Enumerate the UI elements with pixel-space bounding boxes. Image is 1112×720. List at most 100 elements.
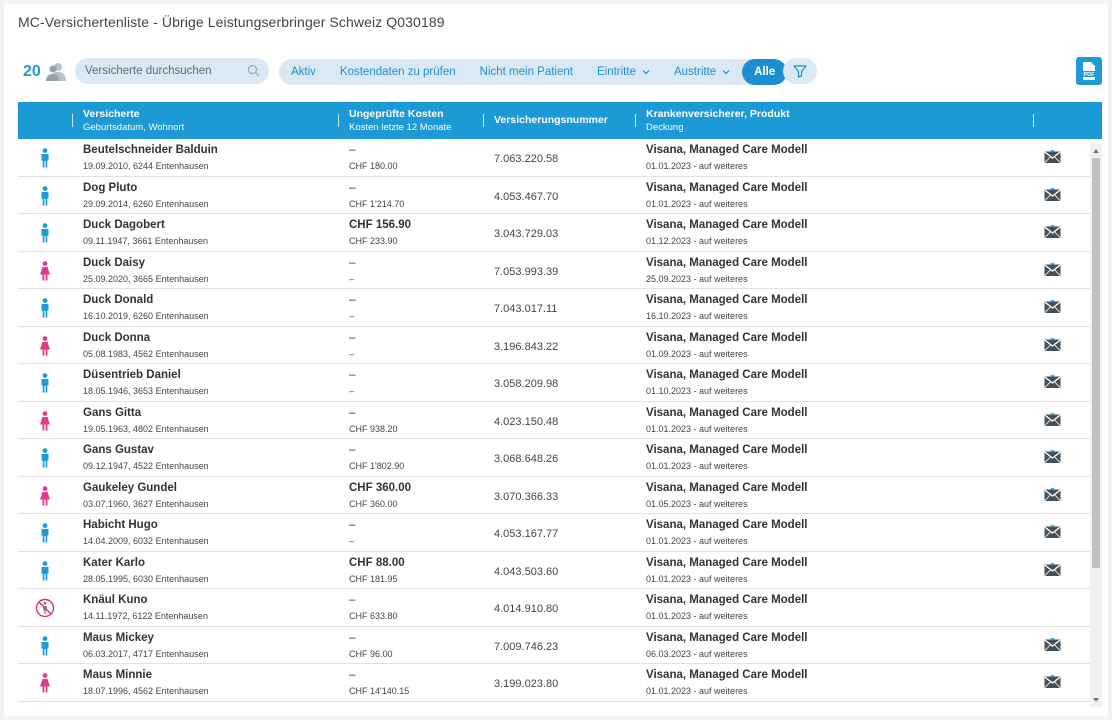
unchecked-costs: – bbox=[349, 144, 356, 156]
table-row[interactable]: Düsentrieb Daniel 18.05.1946, 3653 Enten… bbox=[18, 364, 1102, 402]
unchecked-costs: – bbox=[349, 256, 356, 269]
costs-12-months: – bbox=[349, 311, 355, 321]
search-box[interactable] bbox=[75, 58, 269, 84]
table-row[interactable]: Kater Karlo 28.05.1995, 6030 Entenhausen… bbox=[18, 552, 1102, 589]
chevron-down-icon bbox=[722, 70, 730, 75]
insured-name[interactable]: Maus Minnie bbox=[83, 669, 152, 681]
table-row[interactable]: Dog Pluto 29.09.2014, 6260 Entenhausen –… bbox=[18, 177, 1102, 214]
female-person-icon bbox=[40, 260, 50, 280]
search-input[interactable] bbox=[85, 65, 235, 77]
coverage-period: 01.12.2023 - auf weiteres bbox=[646, 236, 748, 246]
vertical-scrollbar[interactable] bbox=[1090, 144, 1102, 707]
unchecked-costs: – bbox=[349, 369, 356, 381]
filter-nicht-mein-patient[interactable]: Nicht mein Patient bbox=[468, 59, 585, 85]
coverage-period: 01.01.2023 - auf weiteres bbox=[646, 461, 748, 471]
insured-name[interactable]: Gans Gitta bbox=[83, 407, 141, 419]
insurance-number: 3.043.729.03 bbox=[494, 228, 559, 240]
insured-name[interactable]: Gans Gustav bbox=[83, 444, 154, 456]
insured-name[interactable]: Beutelschneider Balduin bbox=[83, 144, 218, 156]
unchecked-costs: – bbox=[349, 406, 356, 419]
envelope-icon[interactable] bbox=[1044, 187, 1061, 202]
insured-name[interactable]: Duck Daisy bbox=[83, 257, 145, 269]
header-insured-title: Versicherte bbox=[83, 108, 140, 120]
chevron-down-icon bbox=[642, 70, 650, 75]
filter-kostendaten[interactable]: Kostendaten zu prüfen bbox=[328, 59, 468, 85]
header-insurer-sub: Deckung bbox=[646, 122, 684, 133]
envelope-icon[interactable] bbox=[1044, 637, 1061, 652]
male-person-icon bbox=[41, 185, 49, 205]
coverage-period: 01.09.2023 - auf weiteres bbox=[646, 348, 748, 359]
costs-12-months: CHF 360.00 bbox=[349, 498, 398, 509]
male-person-icon bbox=[41, 223, 49, 243]
header-unchecked-costs[interactable]: Ungeprüfte Kosten Kosten letzte 12 Monat… bbox=[349, 108, 451, 134]
costs-12-months: CHF 180.00 bbox=[349, 161, 398, 171]
table-row[interactable]: Gaukeley Gundel 03.07.1960, 3627 Entenha… bbox=[18, 477, 1102, 514]
table-row[interactable]: Duck Donna 05.08.1983, 4562 Entenhausen … bbox=[18, 327, 1102, 364]
table-row[interactable]: Habicht Hugo 14.04.2009, 6032 Entenhause… bbox=[18, 514, 1102, 552]
filter-eintritte[interactable]: Eintritte bbox=[585, 59, 662, 85]
table-row[interactable]: Knäul Kuno 14.11.1972, 6122 Entenhausen … bbox=[18, 589, 1102, 627]
insured-name[interactable]: Dog Pluto bbox=[83, 182, 137, 194]
filter-button[interactable] bbox=[783, 58, 817, 84]
envelope-icon[interactable] bbox=[1044, 450, 1061, 464]
main-panel: MC-Versichertenliste - Übrige Leistungse… bbox=[4, 4, 1108, 716]
envelope-icon[interactable] bbox=[1044, 300, 1061, 314]
insured-name[interactable]: Maus Mickey bbox=[83, 632, 154, 644]
pdf-export-button[interactable]: PDF bbox=[1076, 57, 1102, 85]
filter-austritte[interactable]: Austritte bbox=[662, 59, 742, 85]
scroll-up-arrow[interactable] bbox=[1093, 149, 1099, 153]
male-person-icon bbox=[41, 373, 49, 393]
search-icon[interactable] bbox=[247, 64, 260, 77]
column-separator bbox=[1033, 114, 1034, 127]
insured-details: 18.07.1996, 4562 Entenhausen bbox=[83, 686, 209, 696]
header-insurer[interactable]: Krankenversicherer, Produkt Deckung bbox=[646, 108, 790, 134]
insured-name[interactable]: Duck Donna bbox=[83, 332, 150, 344]
table-row[interactable]: Maus Minnie 18.07.1996, 4562 Entenhausen… bbox=[18, 664, 1102, 702]
insurer-product: Visana, Managed Care Modell bbox=[646, 556, 808, 569]
table-row[interactable]: Gans Gustav 09.12.1947, 4522 Entenhausen… bbox=[18, 439, 1102, 477]
filter-alle[interactable]: Alle bbox=[742, 59, 788, 85]
insured-details: 18.05.1946, 3653 Entenhausen bbox=[83, 386, 209, 396]
insured-name[interactable]: Düsentrieb Daniel bbox=[83, 369, 181, 381]
coverage-period: 01.01.2023 - auf weiteres bbox=[646, 198, 748, 209]
envelope-icon[interactable] bbox=[1044, 225, 1061, 239]
table-row[interactable]: Maus Mickey 06.03.2017, 4717 Entenhausen… bbox=[18, 627, 1102, 664]
insured-name[interactable]: Duck Dagobert bbox=[83, 219, 165, 231]
insured-name[interactable]: Habicht Hugo bbox=[83, 519, 158, 531]
table-row[interactable]: Duck Dagobert 09.11.1947, 3661 Entenhaus… bbox=[18, 214, 1102, 252]
envelope-icon[interactable] bbox=[1044, 675, 1061, 689]
table-row[interactable]: Duck Donald 16.10.2019, 6260 Entenhausen… bbox=[18, 289, 1102, 327]
table-row[interactable]: Duck Daisy 25.09.2020, 3665 Entenhausen … bbox=[18, 252, 1102, 289]
female-person-icon bbox=[40, 485, 50, 505]
insured-name[interactable]: Duck Donald bbox=[83, 294, 153, 306]
insured-name[interactable]: Gaukeley Gundel bbox=[83, 482, 177, 494]
envelope-icon[interactable] bbox=[1044, 487, 1061, 502]
coverage-period: 16.10.2023 - auf weiteres bbox=[646, 311, 748, 321]
table-row[interactable]: Beutelschneider Balduin 19.09.2010, 6244… bbox=[18, 139, 1102, 177]
column-separator bbox=[635, 114, 636, 127]
coverage-period: 01.01.2023 - auf weiteres bbox=[646, 611, 748, 621]
unchecked-costs: – bbox=[349, 181, 356, 194]
envelope-icon[interactable] bbox=[1044, 337, 1061, 352]
header-insurance-number[interactable]: Versicherungsnummer bbox=[494, 114, 608, 127]
envelope-icon[interactable] bbox=[1044, 412, 1061, 427]
envelope-icon[interactable] bbox=[1044, 375, 1061, 389]
envelope-icon[interactable] bbox=[1044, 525, 1061, 539]
envelope-icon[interactable] bbox=[1044, 150, 1061, 164]
scrollbar-thumb[interactable] bbox=[1092, 158, 1100, 568]
insurer-product: Visana, Managed Care Modell bbox=[646, 669, 808, 681]
envelope-icon[interactable] bbox=[1044, 562, 1061, 577]
scroll-down-arrow[interactable] bbox=[1093, 698, 1099, 702]
filter-bar: Aktiv Kostendaten zu prüfen Nicht mein P… bbox=[279, 59, 788, 85]
header-costs-title: Ungeprüfte Kosten bbox=[349, 108, 444, 120]
column-separator bbox=[338, 114, 339, 127]
header-insured[interactable]: Versicherte Geburtsdatum, Wohnort bbox=[83, 108, 184, 134]
table-row[interactable]: Gans Gitta 19.05.1963, 4802 Entenhausen … bbox=[18, 402, 1102, 439]
insurer-product: Visana, Managed Care Modell bbox=[646, 406, 808, 419]
filter-label: Nicht mein Patient bbox=[479, 66, 573, 78]
envelope-icon[interactable] bbox=[1044, 262, 1061, 277]
insurance-number: 3.068.648.26 bbox=[494, 453, 559, 465]
insured-name[interactable]: Knäul Kuno bbox=[83, 594, 148, 606]
insured-name[interactable]: Kater Karlo bbox=[83, 557, 145, 569]
filter-aktiv[interactable]: Aktiv bbox=[279, 59, 328, 85]
